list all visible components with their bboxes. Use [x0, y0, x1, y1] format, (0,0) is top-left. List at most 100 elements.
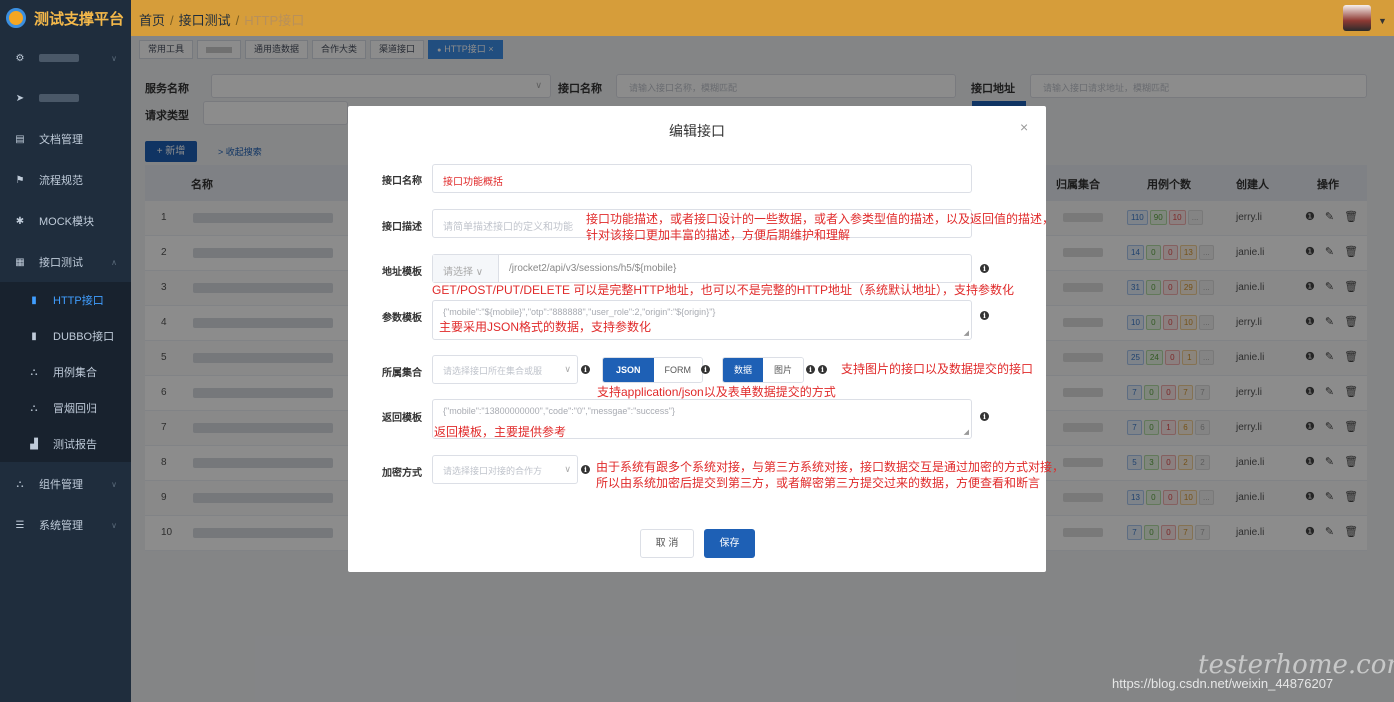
sidebar: ⚙ ∨ ➤ ▤ 文档管理 ⚑ 流程规范 ✱ MOCK模块 ▦ 接口测试 ∧ ▮ HTTP接口 … — [0, 36, 131, 702]
collection-select-placeholder: 请选择接口所在集合或服 — [443, 366, 543, 376]
gear-icon: ⚙ — [15, 52, 25, 64]
tree-icon: ⛬ — [16, 478, 24, 490]
edit-interface-dialog: 编辑接口 × 接口名称 接口功能概括 接口描述 请简单描述接口的定义和功能 接口… — [348, 106, 1064, 572]
breadcrumb-interface-test[interactable]: 接口测试 — [179, 13, 231, 28]
annotation-desc-1: 接口功能描述，或者接口设计的一些数据，或者入参类型值的描述，以及返回值的描述， — [586, 212, 1055, 226]
close-icon[interactable]: × — [1020, 119, 1028, 135]
sidebar-item-label: 用例集合 — [53, 367, 97, 379]
resize-handle-icon[interactable]: ◢ — [964, 330, 969, 337]
collection-select[interactable]: 请选择接口所在集合或服 ∨ — [432, 355, 578, 384]
document-icon: ▤ — [15, 133, 25, 145]
info-icon[interactable]: i — [980, 264, 989, 273]
return-template-label: 返回模板 — [382, 413, 422, 424]
info-icon[interactable]: i — [980, 311, 989, 320]
annotation-desc-2: 针对该接口更加丰富的描述，方便后期维护和理解 — [586, 228, 851, 242]
annotation-params: 主要采用JSON格式的数据，支持参数化 — [439, 320, 652, 334]
sidebar-item-process[interactable]: ⚑ 流程规范 — [0, 160, 131, 200]
logo[interactable]: 测试支撑平台 — [0, 0, 131, 36]
annotation-return: 返回模板，主要提供参考 — [434, 425, 567, 439]
type-data-option[interactable]: 数据 — [723, 358, 764, 382]
tree-icon: ⛬ — [30, 402, 38, 414]
body-format-toggle: JSON FORM — [602, 357, 704, 383]
annotation-format: 支持application/json以及表单数据提交的方式 — [597, 385, 836, 399]
sidebar-item-2[interactable]: ➤ — [0, 78, 131, 118]
avatar[interactable] — [1343, 5, 1371, 31]
return-template-value: {"mobile":"13800000000","code":"0","mess… — [443, 406, 675, 416]
annotation-address: GET/POST/PUT/DELETE 可以是完整HTTP地址，也可以不是完整的… — [432, 283, 1015, 297]
info-icon[interactable]: i — [806, 365, 815, 374]
bar-chart-icon: ▟ — [30, 438, 38, 450]
resize-handle-icon[interactable]: ◢ — [964, 429, 969, 436]
params-template-value: {"mobile":"${mobile}","otp":"888888","us… — [443, 307, 716, 317]
info-icon[interactable]: i — [581, 465, 590, 474]
sidebar-item-smoke[interactable]: ⛬ 冒烟回归 — [0, 390, 131, 426]
sidebar-item-label: 系统管理 — [39, 520, 83, 532]
save-button[interactable]: 保存 — [704, 529, 755, 558]
address-template-label: 地址模板 — [382, 267, 422, 278]
info-icon[interactable]: i — [980, 412, 989, 421]
sidebar-item-label: MOCK模块 — [39, 216, 94, 228]
chevron-up-icon: ∧ — [111, 257, 117, 267]
interface-type-toggle: 数据 图片 — [722, 357, 805, 383]
encryption-select-placeholder: 请选择接口对接的合作方 — [443, 466, 543, 476]
method-select-value: 请选择 — [443, 267, 473, 278]
sidebar-item-case-set[interactable]: ⛬ 用例集合 — [0, 354, 131, 390]
dialog-title: 编辑接口 — [669, 123, 725, 139]
format-form-option[interactable]: FORM — [653, 358, 703, 382]
sidebar-item-label: HTTP接口 — [53, 295, 104, 307]
info-icon[interactable]: i — [701, 365, 710, 374]
breadcrumb-current: HTTP接口 — [244, 13, 305, 28]
sidebar-item-report[interactable]: ▟ 测试报告 — [0, 426, 131, 462]
format-json-option[interactable]: JSON — [603, 358, 654, 382]
chevron-down-icon: ∨ — [111, 520, 117, 530]
sidebar-item-components[interactable]: ⛬ 组件管理 ∨ — [0, 464, 131, 504]
sidebar-item-docs[interactable]: ▤ 文档管理 — [0, 119, 131, 159]
sidebar-item-label: 文档管理 — [39, 134, 83, 146]
method-select[interactable]: 请选择 ∨ — [433, 255, 499, 282]
sidebar-item-label: 接口测试 — [39, 257, 83, 269]
address-template-field[interactable]: /jrocket2/api/v3/sessions/h5/${mobile} — [432, 254, 972, 283]
interface-desc-label: 接口描述 — [382, 222, 422, 233]
http-icon: ▮ — [31, 294, 37, 306]
chevron-down-icon: ∨ — [111, 479, 117, 489]
flag-icon: ⚑ — [15, 174, 25, 186]
breadcrumb: 首页 / 接口测试 / HTTP接口 — [139, 13, 305, 28]
encryption-label: 加密方式 — [382, 468, 422, 479]
sidebar-item-mock[interactable]: ✱ MOCK模块 — [0, 201, 131, 241]
sidebar-item-label: 冒烟回归 — [53, 403, 97, 415]
sidebar-item-system[interactable]: ☰ 系统管理 ∨ — [0, 505, 131, 545]
sidebar-item-label: 测试报告 — [53, 439, 97, 451]
params-template-label: 参数模板 — [382, 313, 422, 324]
sidebar-item-1[interactable]: ⚙ ∨ — [0, 38, 131, 78]
mock-icon: ✱ — [15, 215, 25, 227]
list-icon: ☰ — [15, 519, 25, 531]
app-title: 测试支撑平台 — [34, 10, 125, 28]
interface-name-label: 接口名称 — [382, 176, 422, 187]
collection-label: 所属集合 — [382, 368, 422, 379]
interface-name-field[interactable]: 接口功能概括 — [432, 164, 972, 193]
info-icon[interactable]: i — [818, 365, 827, 374]
sidebar-item-label: 流程规范 — [39, 175, 83, 187]
dubbo-icon: ▮ — [31, 330, 37, 342]
sidebar-item-label: 组件管理 — [39, 479, 83, 491]
sidebar-item-interface-test[interactable]: ▦ 接口测试 ∧ — [0, 242, 131, 282]
cancel-button[interactable]: 取 消 — [640, 529, 694, 558]
annotation-encrypt-2: 所以由系统加密后提交到第三方，或者解密第三方提交过来的数据，方便查看和断言 — [596, 476, 1041, 490]
chevron-down-icon: ∨ — [475, 267, 484, 278]
encryption-select[interactable]: 请选择接口对接的合作方 ∨ — [432, 455, 578, 484]
chevron-down-icon[interactable]: ▼ — [1378, 16, 1387, 26]
chevron-down-icon: ∨ — [564, 464, 571, 474]
sidebar-item-http[interactable]: ▮ HTTP接口 — [0, 282, 131, 318]
type-image-option[interactable]: 图片 — [763, 358, 804, 382]
send-icon: ➤ — [15, 92, 25, 104]
info-icon[interactable]: i — [581, 365, 590, 374]
tree-icon: ⛬ — [30, 366, 38, 378]
platform-logo-icon — [6, 8, 26, 28]
watermark-url: https://blog.csdn.net/weixin_44876207 — [1112, 676, 1334, 691]
sidebar-item-dubbo[interactable]: ▮ DUBBO接口 — [0, 318, 131, 354]
grid-icon: ▦ — [15, 256, 25, 268]
chevron-down-icon: ∨ — [564, 364, 571, 374]
breadcrumb-home[interactable]: 首页 — [139, 13, 165, 28]
sidebar-item-label: DUBBO接口 — [53, 331, 115, 343]
annotation-image: 支持图片的接口以及数据提交的接口 — [841, 362, 1034, 376]
